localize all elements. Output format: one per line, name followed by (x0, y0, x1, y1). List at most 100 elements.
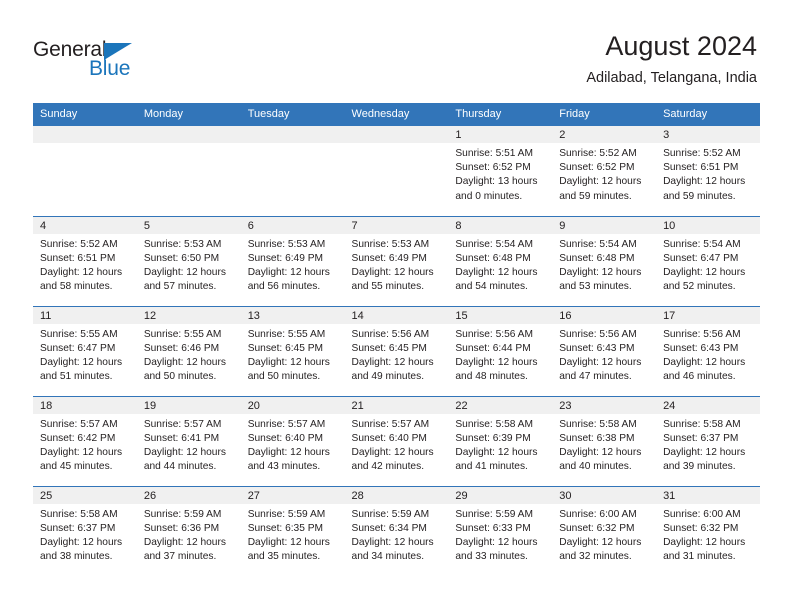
day-details: Sunrise: 5:53 AM Sunset: 6:49 PM Daylight:… (241, 234, 345, 295)
sunset-text: Sunset: 6:51 PM (40, 252, 116, 264)
calendar-day-cell[interactable]: 13 Sunrise: 5:55 AM Sunset: 6:45 PM Dayligh… (240, 305, 345, 396)
sunset-text: Sunset: 6:34 PM (351, 522, 427, 534)
weekday-header-wednesday: Wednesday (344, 103, 449, 126)
calendar-day-cell[interactable]: 1 Sunrise: 5:51 AM Sunset: 6:52 PM Daylight… (448, 126, 553, 216)
day-details: Sunrise: 5:58 AM Sunset: 6:37 PM Daylight:… (33, 504, 137, 565)
sunrise-text: Sunrise: 5:52 AM (40, 238, 118, 250)
calendar-day-cell[interactable]: 7 Sunrise: 5:53 AM Sunset: 6:49 PM Daylight… (344, 215, 449, 306)
sunset-text: Sunset: 6:50 PM (143, 252, 220, 264)
calendar-day-cell[interactable]: 31 Sunrise: 6:00 AM Sunset: 6:32 PM Dayligh… (656, 485, 760, 576)
day-number: 11 (33, 306, 137, 324)
calendar-day-cell[interactable]: 26 Sunrise: 5:59 AM Sunset: 6:36 PM Dayligh… (136, 485, 241, 576)
daylight-text: Daylight: 12 hours and 41 minutes. (455, 446, 538, 473)
calendar-day-cell[interactable]: 15 Sunrise: 5:56 AM Sunset: 6:44 PM Dayligh… (448, 305, 553, 396)
calendar-day-cell[interactable]: 25 Sunrise: 5:58 AM Sunset: 6:37 PM Dayligh… (33, 485, 137, 576)
calendar-day-cell[interactable]: 18 Sunrise: 5:57 AM Sunset: 6:42 PM Dayligh… (33, 395, 137, 486)
calendar-day-cell[interactable]: 16 Sunrise: 5:56 AM Sunset: 6:43 PM Dayligh… (552, 305, 657, 396)
calendar-day-cell[interactable]: 9 Sunrise: 5:54 AM Sunset: 6:48 PM Daylight… (552, 215, 657, 306)
sunset-text: Sunset: 6:40 PM (247, 432, 324, 444)
calendar-day-cell[interactable]: 28 Sunrise: 5:59 AM Sunset: 6:34 PM Dayligh… (344, 485, 449, 576)
calendar-day-cell[interactable]: 19 Sunrise: 5:57 AM Sunset: 6:41 PM Dayligh… (136, 395, 241, 486)
calendar-day-cell[interactable]: 8 Sunrise: 5:54 AM Sunset: 6:48 PM Daylight… (448, 215, 553, 306)
weekday-header-tuesday: Tuesday (240, 103, 345, 126)
sunset-text: Sunset: 6:46 PM (143, 342, 220, 354)
day-number: 10 (656, 216, 760, 234)
weekday-header-thursday: Thursday (448, 103, 553, 126)
sunrise-text: Sunrise: 5:58 AM (663, 418, 741, 430)
calendar-day-cell-empty (33, 126, 137, 216)
calendar-day-cell[interactable]: 10 Sunrise: 5:54 AM Sunset: 6:47 PM Dayligh… (656, 215, 760, 306)
sunset-text: Sunset: 6:32 PM (663, 522, 739, 534)
calendar-day-cell[interactable]: 2 Sunrise: 5:52 AM Sunset: 6:52 PM Daylight… (552, 126, 657, 216)
day-details: Sunrise: 6:00 AM Sunset: 6:32 PM Daylight:… (656, 504, 760, 565)
day-details: Sunrise: 5:52 AM Sunset: 6:51 PM Daylight:… (33, 234, 137, 295)
weekday-header-saturday: Saturday (656, 103, 760, 126)
daylight-text: Daylight: 12 hours and 38 minutes. (40, 536, 123, 563)
daylight-text: Daylight: 12 hours and 43 minutes. (247, 446, 330, 473)
daylight-text: Daylight: 12 hours and 34 minutes. (351, 536, 434, 563)
calendar-day-cell[interactable]: 11 Sunrise: 5:55 AM Sunset: 6:47 PM Dayligh… (33, 305, 137, 396)
calendar-day-cell[interactable]: 29 Sunrise: 5:59 AM Sunset: 6:33 PM Dayligh… (448, 485, 553, 576)
calendar-day-cell[interactable]: 22 Sunrise: 5:58 AM Sunset: 6:39 PM Dayligh… (448, 395, 553, 486)
sunset-text: Sunset: 6:45 PM (247, 342, 324, 354)
day-details: Sunrise: 5:56 AM Sunset: 6:43 PM Daylight:… (552, 324, 656, 385)
day-details: Sunrise: 5:56 AM Sunset: 6:44 PM Daylight:… (448, 324, 552, 385)
sunrise-text: Sunrise: 5:54 AM (663, 238, 741, 250)
daylight-text: Daylight: 12 hours and 50 minutes. (143, 356, 226, 383)
sunset-text: Sunset: 6:52 PM (559, 162, 635, 174)
calendar-day-cell[interactable]: 21 Sunrise: 5:57 AM Sunset: 6:40 PM Dayligh… (344, 395, 449, 486)
sunset-text: Sunset: 6:49 PM (247, 252, 324, 264)
sunset-text: Sunset: 6:52 PM (455, 162, 531, 174)
day-number: 22 (448, 396, 553, 414)
day-number: 9 (552, 216, 657, 234)
daylight-text: Daylight: 12 hours and 45 minutes. (40, 446, 123, 473)
calendar-day-cell[interactable]: 30 Sunrise: 6:00 AM Sunset: 6:32 PM Dayligh… (552, 485, 657, 576)
sunset-text: Sunset: 6:37 PM (663, 432, 739, 444)
day-number: 3 (656, 126, 760, 143)
sunset-text: Sunset: 6:36 PM (143, 522, 220, 534)
day-number: 5 (136, 216, 241, 234)
calendar-day-cell[interactable]: 17 Sunrise: 5:56 AM Sunset: 6:43 PM Dayligh… (656, 305, 760, 396)
sunrise-text: Sunrise: 5:59 AM (143, 508, 222, 520)
calendar-day-cell[interactable]: 3 Sunrise: 5:52 AM Sunset: 6:51 PM Daylight… (656, 126, 760, 216)
calendar-day-cell[interactable]: 4 Sunrise: 5:52 AM Sunset: 6:51 PM Daylight… (33, 215, 137, 306)
calendar-day-cell[interactable]: 5 Sunrise: 5:53 AM Sunset: 6:50 PM Daylight… (136, 215, 241, 306)
day-details: Sunrise: 5:52 AM Sunset: 6:52 PM Daylight:… (552, 143, 656, 204)
sunrise-text: Sunrise: 5:54 AM (455, 238, 533, 250)
calendar-day-cell[interactable]: 6 Sunrise: 5:53 AM Sunset: 6:49 PM Daylight… (240, 215, 345, 306)
day-details: Sunrise: 5:52 AM Sunset: 6:51 PM Daylight:… (656, 143, 760, 204)
sunrise-text: Sunrise: 5:53 AM (247, 238, 326, 250)
daylight-text: Daylight: 12 hours and 46 minutes. (663, 356, 746, 383)
day-number: 25 (33, 486, 137, 504)
day-details: Sunrise: 5:58 AM Sunset: 6:37 PM Daylight:… (656, 414, 760, 475)
sunset-text: Sunset: 6:35 PM (247, 522, 324, 534)
day-details: Sunrise: 5:55 AM Sunset: 6:46 PM Daylight:… (137, 324, 241, 385)
sunrise-text: Sunrise: 5:56 AM (559, 328, 637, 340)
day-number: 13 (240, 306, 345, 324)
day-details: Sunrise: 5:54 AM Sunset: 6:48 PM Daylight:… (552, 234, 656, 295)
calendar-day-cell[interactable]: 24 Sunrise: 5:58 AM Sunset: 6:37 PM Dayligh… (656, 395, 760, 486)
weekday-header-row: Sunday Monday Tuesday Wednesday Thursday… (33, 103, 760, 126)
sunrise-text: Sunrise: 5:59 AM (351, 508, 430, 520)
calendar-day-cell[interactable]: 20 Sunrise: 5:57 AM Sunset: 6:40 PM Dayligh… (240, 395, 345, 486)
calendar-body: 1 Sunrise: 5:51 AM Sunset: 6:52 PM Daylight… (33, 126, 760, 576)
calendar-day-cell[interactable]: 27 Sunrise: 5:59 AM Sunset: 6:35 PM Dayligh… (240, 485, 345, 576)
daylight-text: Daylight: 12 hours and 35 minutes. (247, 536, 330, 563)
calendar-day-cell[interactable]: 14 Sunrise: 5:56 AM Sunset: 6:45 PM Dayligh… (344, 305, 449, 396)
day-number: 14 (344, 306, 449, 324)
sunrise-text: Sunrise: 5:55 AM (247, 328, 326, 340)
calendar-day-cell[interactable]: 23 Sunrise: 5:58 AM Sunset: 6:38 PM Dayligh… (552, 395, 657, 486)
day-details: Sunrise: 5:55 AM Sunset: 6:45 PM Daylight:… (241, 324, 345, 385)
day-details: Sunrise: 5:58 AM Sunset: 6:38 PM Daylight:… (552, 414, 656, 475)
daylight-text: Daylight: 12 hours and 56 minutes. (247, 266, 330, 293)
sunrise-text: Sunrise: 5:56 AM (351, 328, 430, 340)
daylight-text: Daylight: 12 hours and 54 minutes. (455, 266, 538, 293)
daylight-text: Daylight: 13 hours and 0 minutes. (455, 176, 538, 202)
daylight-text: Daylight: 12 hours and 44 minutes. (143, 446, 226, 473)
daylight-text: Daylight: 12 hours and 50 minutes. (247, 356, 330, 383)
daylight-text: Daylight: 12 hours and 59 minutes. (663, 176, 746, 202)
general-blue-logo[interactable]: General Blue (33, 38, 163, 86)
sunset-text: Sunset: 6:48 PM (559, 252, 635, 264)
calendar-day-cell[interactable]: 12 Sunrise: 5:55 AM Sunset: 6:46 PM Dayligh… (136, 305, 241, 396)
sunrise-text: Sunrise: 5:52 AM (559, 148, 637, 159)
